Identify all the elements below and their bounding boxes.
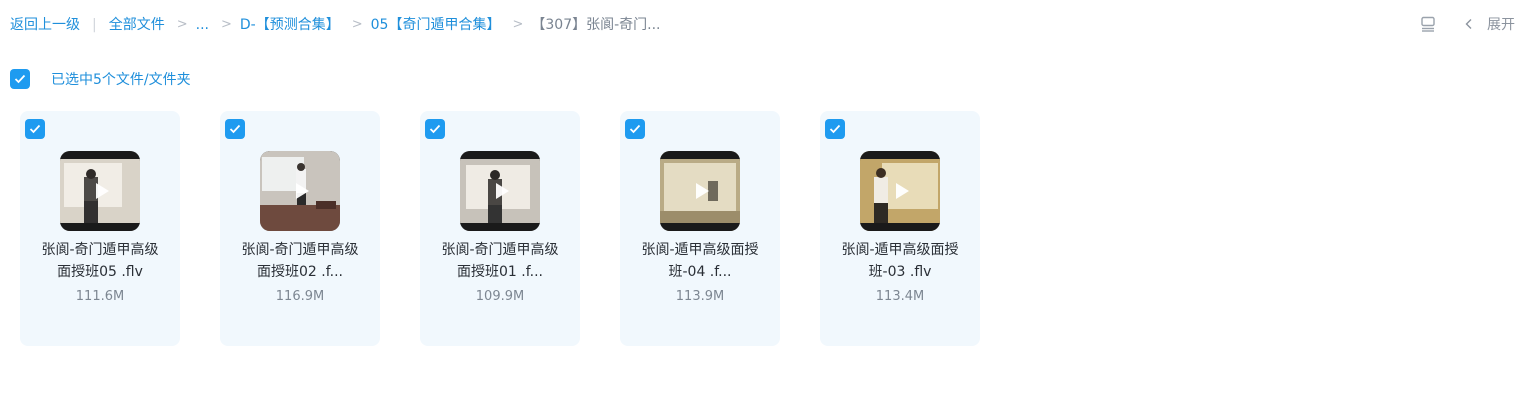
selection-count: 已选中5个文件/文件夹 xyxy=(51,72,191,88)
selection-row: 已选中5个文件/文件夹 xyxy=(10,69,191,89)
check-icon xyxy=(829,124,841,134)
file-card[interactable]: 张阆-奇门遁甲高级 面授班05 .flv 111.6M xyxy=(20,111,180,346)
play-icon xyxy=(296,183,309,199)
file-checkbox[interactable] xyxy=(825,119,845,139)
breadcrumb-divider: | xyxy=(92,17,97,33)
file-name: 张阆-奇门遁甲高级 面授班01 .f... xyxy=(441,242,559,280)
check-icon xyxy=(29,124,41,134)
file-name: 张阆-遁甲高级面授 班-04 .f... xyxy=(641,242,759,280)
file-checkbox[interactable] xyxy=(425,119,445,139)
file-size: 113.4M xyxy=(875,289,925,304)
check-icon xyxy=(229,124,241,134)
file-size: 111.6M xyxy=(75,289,125,304)
file-checkbox[interactable] xyxy=(225,119,245,139)
select-all-checkbox[interactable] xyxy=(10,69,30,89)
video-thumbnail xyxy=(660,151,740,231)
breadcrumb-prediction-collection[interactable]: D-【预测合集】 xyxy=(240,15,340,35)
file-size: 116.9M xyxy=(275,289,325,304)
top-bar: 返回上一级 | 全部文件 > ... > D-【预测合集】 > 05【奇门遁甲合… xyxy=(0,0,1531,50)
video-thumbnail xyxy=(260,151,340,231)
file-card[interactable]: 张阆-遁甲高级面授 班-04 .f... 113.9M xyxy=(620,111,780,346)
breadcrumb-qimen-collection[interactable]: 05【奇门遁甲合集】 xyxy=(371,15,501,35)
play-icon xyxy=(896,183,909,199)
breadcrumb-all-files[interactable]: 全部文件 xyxy=(109,15,165,35)
check-icon xyxy=(14,74,26,84)
breadcrumb-current-folder: 【307】张阆-奇门... xyxy=(531,17,661,33)
file-card[interactable]: 张阆-奇门遁甲高级 面授班02 .f... 116.9M xyxy=(220,111,380,346)
file-name: 张阆-遁甲高级面授 班-03 .flv xyxy=(841,242,959,280)
file-size: 109.9M xyxy=(475,289,525,304)
breadcrumb-ellipsis[interactable]: ... xyxy=(196,15,209,35)
back-link[interactable]: 返回上一级 xyxy=(10,15,80,35)
chevron-left-icon xyxy=(1465,19,1472,29)
expand-button[interactable]: 展开 xyxy=(1463,14,1515,34)
chevron-right-icon: > xyxy=(176,17,188,32)
check-icon xyxy=(429,124,441,134)
chevron-right-icon: > xyxy=(220,17,232,32)
check-icon xyxy=(629,124,641,134)
file-checkbox[interactable] xyxy=(25,119,45,139)
video-thumbnail xyxy=(60,151,140,231)
play-icon xyxy=(496,183,509,199)
breadcrumb: 返回上一级 | 全部文件 > ... > D-【预测合集】 > 05【奇门遁甲合… xyxy=(10,15,661,35)
file-checkbox[interactable] xyxy=(625,119,645,139)
play-icon xyxy=(96,183,109,199)
file-name: 张阆-奇门遁甲高级 面授班02 .f... xyxy=(241,242,359,280)
file-name: 张阆-奇门遁甲高级 面授班05 .flv xyxy=(41,242,159,280)
file-grid: 张阆-奇门遁甲高级 面授班05 .flv 111.6M 张阆-奇门遁甲高级 面授… xyxy=(20,111,980,346)
file-size: 113.9M xyxy=(675,289,725,304)
video-thumbnail xyxy=(460,151,540,231)
expand-label: 展开 xyxy=(1487,17,1515,33)
chevron-right-icon: > xyxy=(351,17,363,32)
video-thumbnail xyxy=(860,151,940,231)
file-card[interactable]: 张阆-奇门遁甲高级 面授班01 .f... 109.9M xyxy=(420,111,580,346)
play-icon xyxy=(696,183,709,199)
toolbar-right: 展开 xyxy=(1419,14,1515,34)
chevron-right-icon: > xyxy=(512,17,524,32)
file-card[interactable]: 张阆-遁甲高级面授 班-03 .flv 113.4M xyxy=(820,111,980,346)
list-view-icon[interactable] xyxy=(1419,15,1437,33)
